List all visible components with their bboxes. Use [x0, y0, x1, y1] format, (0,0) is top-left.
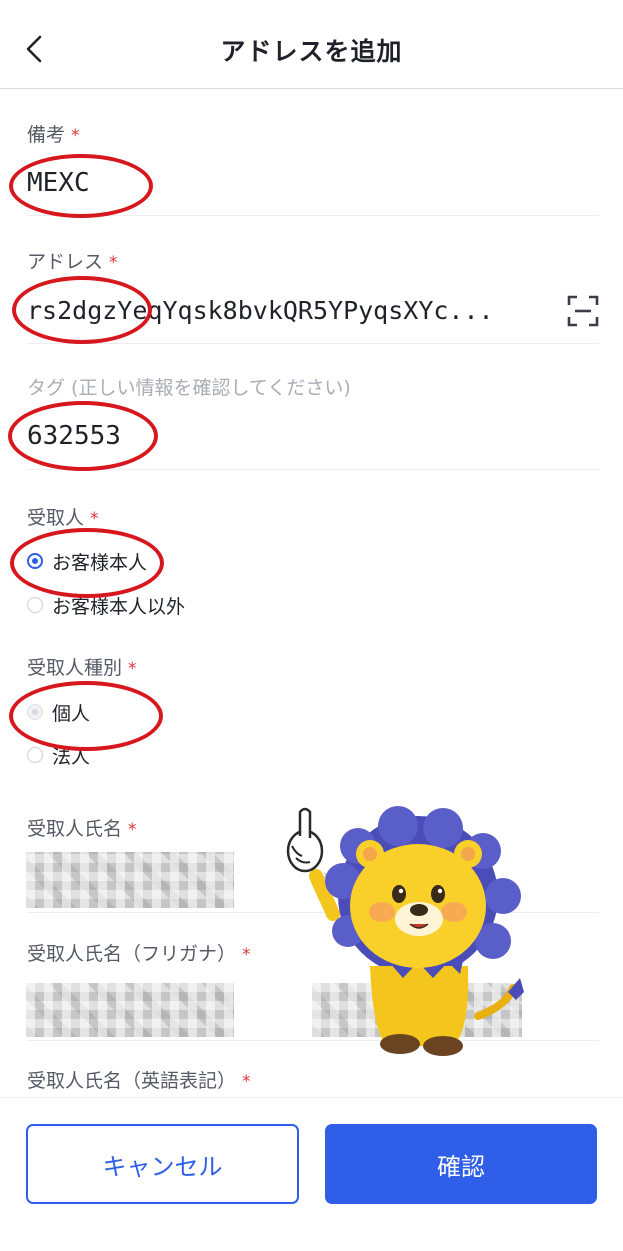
- recipient-label: 受取人 *: [27, 507, 99, 529]
- divider: [27, 215, 599, 216]
- address-input[interactable]: rs2dgzYeqYqsk8bvkQR5YPyqsXYc...: [27, 296, 494, 325]
- radio-recipient-other[interactable]: お客様本人以外: [27, 590, 185, 620]
- radio-disabled-icon[interactable]: [27, 704, 43, 720]
- recipient-type-label: 受取人種別 *: [27, 657, 137, 679]
- radio-label: お客様本人以外: [52, 595, 186, 618]
- lion-mascot-illustration: [286, 806, 524, 1056]
- blurred-name-field[interactable]: [26, 852, 234, 908]
- recipient-name-label: 受取人氏名 *: [27, 818, 137, 840]
- page-title: アドレスを追加: [220, 37, 403, 66]
- tag-label: タグ (正しい情報を確認してください): [27, 377, 351, 399]
- radio-label: 法人: [52, 745, 91, 768]
- radio-label: お客様本人: [52, 551, 148, 574]
- recipient-name-en-label: 受取人氏名（英語表記） *: [27, 1070, 251, 1092]
- radio-unchecked-icon[interactable]: [27, 597, 43, 613]
- tag-input[interactable]: 632553: [27, 421, 121, 451]
- radio-recipient-self[interactable]: お客様本人: [27, 546, 147, 576]
- radio-checked-icon[interactable]: [27, 553, 43, 569]
- recipient-name-kana-label: 受取人氏名（フリガナ） *: [27, 943, 251, 965]
- required-mark: *: [109, 253, 118, 273]
- required-mark: *: [128, 820, 137, 840]
- confirm-button[interactable]: 確認: [325, 1124, 597, 1204]
- required-mark: *: [242, 1072, 251, 1092]
- memo-label: 備考 *: [27, 124, 80, 146]
- radio-type-individual[interactable]: 個人: [27, 697, 90, 727]
- required-mark: *: [242, 945, 251, 965]
- scan-icon[interactable]: [566, 294, 600, 328]
- required-mark: *: [71, 126, 80, 146]
- required-mark: *: [128, 659, 137, 679]
- radio-label: 個人: [52, 702, 91, 725]
- header: アドレスを追加: [0, 0, 623, 89]
- required-mark: *: [90, 509, 99, 529]
- address-label: アドレス *: [27, 251, 118, 273]
- radio-unchecked-icon[interactable]: [27, 747, 43, 763]
- memo-input[interactable]: MEXC: [27, 168, 90, 198]
- radio-type-corporate[interactable]: 法人: [27, 740, 90, 770]
- divider: [27, 343, 599, 344]
- cancel-button[interactable]: キャンセル: [26, 1124, 299, 1204]
- divider: [27, 469, 599, 470]
- blurred-kana-field[interactable]: [26, 983, 234, 1037]
